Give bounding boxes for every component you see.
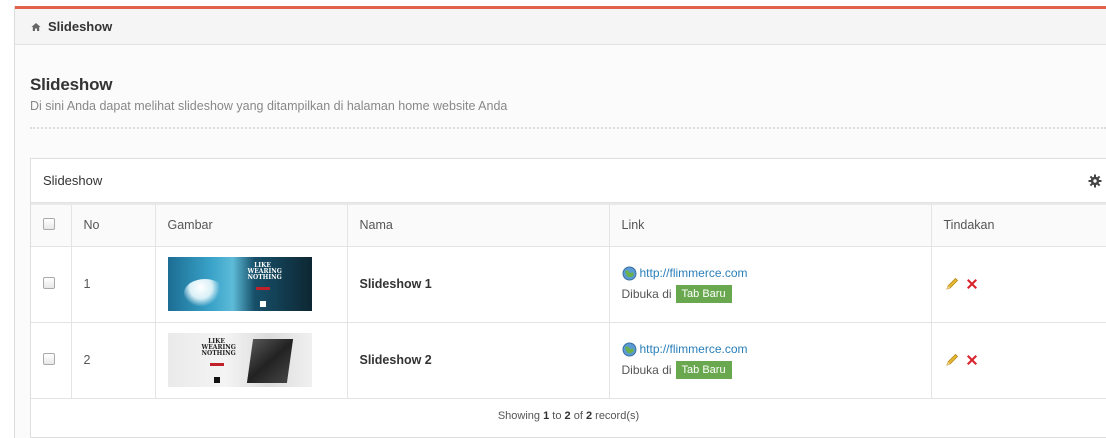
- row-checkbox-cell: [31, 246, 72, 323]
- pagination-from: 1: [543, 409, 550, 422]
- row-actions-cell: [931, 322, 1106, 399]
- row-actions-cell: [931, 246, 1106, 323]
- thumbnail-accent: [209, 363, 224, 366]
- row-name: Slideshow 2: [347, 322, 610, 399]
- row-image-cell: LIKE WEARING NOTHING: [155, 322, 348, 399]
- row-link-cell: http://flimmerce.com Dibuka di Tab Baru: [609, 246, 932, 323]
- column-no[interactable]: No: [71, 203, 156, 247]
- table-row: 1 LIKE WEARING NOTHING Slideshow 1 http:…: [31, 246, 1106, 323]
- home-icon[interactable]: [31, 22, 41, 32]
- shorts-image: [246, 339, 293, 383]
- row-number: 2: [71, 322, 156, 399]
- opened-in-label: Dibuka di: [621, 286, 672, 301]
- row-name: Slideshow 1: [347, 246, 610, 323]
- row-link[interactable]: http://flimmerce.com: [640, 266, 748, 280]
- divider: [30, 127, 1106, 129]
- globe-icon: [622, 342, 636, 356]
- breadcrumb-current[interactable]: Slideshow: [48, 19, 112, 34]
- slideshow-thumbnail[interactable]: LIKE WEARING NOTHING: [167, 257, 312, 311]
- thumbnail-text: LIKE WEARING NOTHING: [201, 338, 236, 357]
- slideshow-thumbnail[interactable]: LIKE WEARING NOTHING: [167, 333, 312, 387]
- pagination-to-word: to: [552, 409, 562, 422]
- column-link[interactable]: Link: [609, 203, 932, 247]
- table-row: 2 LIKE WEARING NOTHING Slideshow 2 http:…: [31, 322, 1106, 399]
- row-number: 1: [71, 246, 156, 323]
- globe-icon: [622, 266, 636, 280]
- thumbnail-logo: [259, 301, 266, 307]
- thumbnail-text: LIKE WEARING NOTHING: [247, 262, 282, 281]
- thumbnail-accent: [255, 287, 270, 290]
- slideshow-panel: Slideshow No Gambar Nama Link Tindakan 1…: [30, 158, 1106, 438]
- select-all-cell: [31, 203, 72, 247]
- pagination-suffix: record(s): [595, 409, 640, 422]
- pagination-of-word: of: [573, 409, 583, 422]
- column-tindakan: Tindakan: [931, 203, 1106, 247]
- edit-pencil-icon[interactable]: [944, 276, 960, 292]
- edit-pencil-icon[interactable]: [944, 352, 960, 368]
- row-link[interactable]: http://flimmerce.com: [640, 342, 748, 356]
- select-all-checkbox[interactable]: [43, 217, 55, 230]
- new-tab-badge: Tab Baru: [675, 284, 732, 303]
- pagination-total: 2: [585, 409, 593, 422]
- delete-x-icon[interactable]: [964, 352, 980, 368]
- breadcrumb: Slideshow: [15, 9, 1106, 45]
- table-header-row: No Gambar Nama Link Tindakan: [31, 203, 1106, 247]
- thumbnail-logo: [213, 377, 220, 383]
- slideshow-table: No Gambar Nama Link Tindakan 1 LIKE WEAR…: [31, 203, 1106, 399]
- new-tab-badge: Tab Baru: [675, 360, 732, 379]
- page-subtitle: Di sini Anda dapat melihat slideshow yan…: [30, 99, 508, 113]
- row-checkbox[interactable]: [43, 352, 55, 365]
- pagination-info: Showing 1 to 2 of 2 record(s): [31, 399, 1106, 422]
- row-checkbox[interactable]: [43, 276, 55, 289]
- page-title: Slideshow: [30, 75, 113, 94]
- opened-in-label: Dibuka di: [621, 362, 672, 377]
- column-gambar[interactable]: Gambar: [155, 203, 348, 247]
- content-area: Slideshow Di sini Anda dapat melihat sli…: [15, 45, 1106, 438]
- pagination-prefix: Showing: [497, 409, 541, 422]
- delete-x-icon[interactable]: [964, 276, 980, 292]
- panel-header: Slideshow: [31, 159, 1106, 203]
- gear-icon[interactable]: [1088, 174, 1102, 188]
- column-nama[interactable]: Nama: [347, 203, 610, 247]
- row-link-cell: http://flimmerce.com Dibuka di Tab Baru: [609, 322, 932, 399]
- surfer-wave: [183, 279, 226, 307]
- panel-title: Slideshow: [43, 173, 103, 188]
- row-image-cell: LIKE WEARING NOTHING: [155, 246, 348, 323]
- row-checkbox-cell: [31, 322, 72, 399]
- pagination-to: 2: [564, 409, 571, 422]
